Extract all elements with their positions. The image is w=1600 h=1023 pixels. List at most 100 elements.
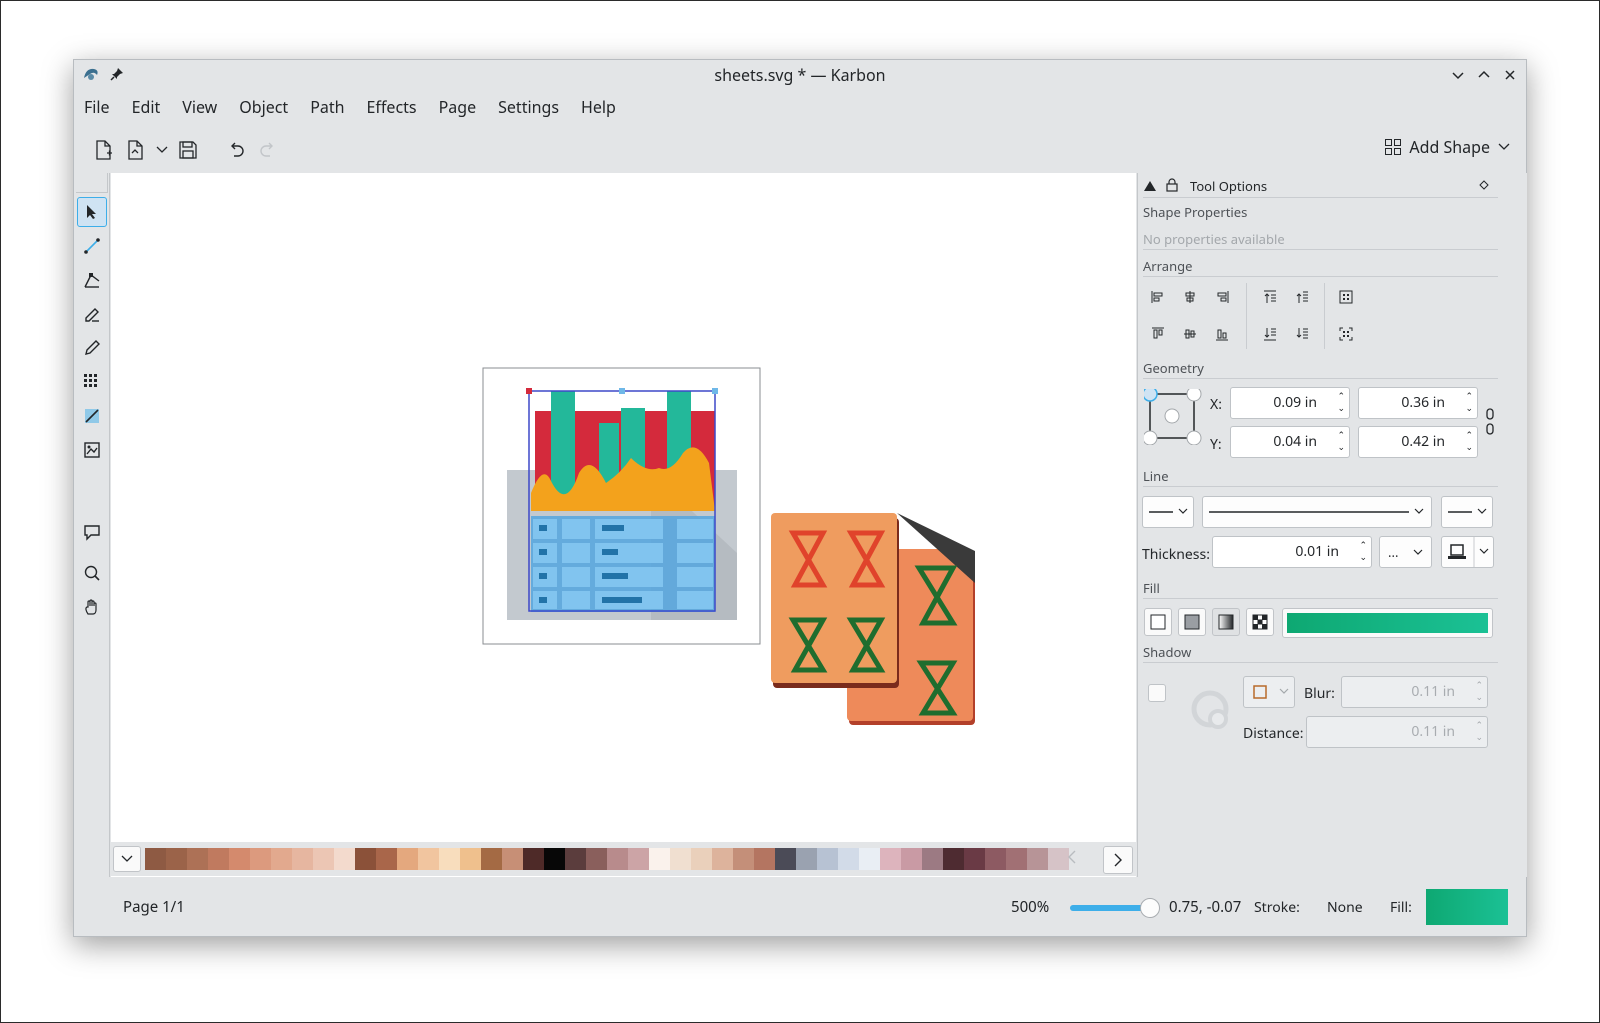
shadow-angle-dial[interactable]: [1190, 689, 1236, 735]
palette-swatch[interactable]: [565, 848, 586, 870]
palette-swatch[interactable]: [649, 848, 670, 870]
palette-swatch[interactable]: [859, 848, 880, 870]
close-icon[interactable]: [1500, 65, 1520, 85]
palette-swatch[interactable]: [208, 848, 229, 870]
align-left-icon[interactable]: [1146, 285, 1170, 309]
fill-solid-button[interactable]: [1178, 608, 1206, 636]
menu-edit[interactable]: Edit: [132, 96, 161, 118]
send-to-back-icon[interactable]: [1290, 322, 1314, 346]
spin-arrows-icon[interactable]: ⌃ ⌄: [1475, 679, 1483, 703]
align-middle-icon[interactable]: [1178, 322, 1202, 346]
palette-swatch[interactable]: [502, 848, 523, 870]
palette-swatch[interactable]: [712, 848, 733, 870]
palette-swatch[interactable]: [292, 848, 313, 870]
line-start-marker-select[interactable]: [1142, 496, 1194, 528]
shadow-color-button[interactable]: [1243, 676, 1295, 708]
shadow-enable-checkbox[interactable]: [1148, 684, 1166, 702]
palette-swatch[interactable]: [397, 848, 418, 870]
palette-swatch[interactable]: [607, 848, 628, 870]
blur-input[interactable]: 0.11 in ⌃ ⌄: [1341, 676, 1488, 708]
lower-icon[interactable]: [1258, 322, 1282, 346]
aspect-lock-chain-icon[interactable]: [1485, 407, 1495, 437]
zoom-level[interactable]: 500%: [1011, 897, 1049, 917]
palette-swatch[interactable]: [880, 848, 901, 870]
anchor-point-selector[interactable]: [1144, 389, 1202, 445]
zoom-slider-handle[interactable]: [1140, 898, 1160, 918]
gradient-mesh-tool-icon[interactable]: [77, 367, 107, 397]
palette-swatch[interactable]: [1027, 848, 1048, 870]
line-style-select[interactable]: [1202, 496, 1432, 528]
menu-settings[interactable]: Settings: [498, 96, 559, 118]
distance-input[interactable]: 0.11 in ⌃ ⌄: [1306, 716, 1488, 748]
pencil-tool-icon[interactable]: [77, 333, 107, 363]
palette-swatch[interactable]: [691, 848, 712, 870]
palette-swatch[interactable]: [922, 848, 943, 870]
menu-object[interactable]: Object: [239, 96, 288, 118]
pattern-tool-icon[interactable]: [77, 435, 107, 465]
palette-swatch[interactable]: [355, 848, 376, 870]
spin-arrows-icon[interactable]: ⌃ ⌄: [1465, 429, 1473, 453]
palette-swatch[interactable]: [187, 848, 208, 870]
palette-swatch[interactable]: [964, 848, 985, 870]
collapse-triangle-icon[interactable]: [1143, 180, 1157, 192]
fill-gradient-button[interactable]: [1212, 608, 1240, 636]
ungroup-icon[interactable]: [1334, 322, 1358, 346]
spin-arrows-icon[interactable]: ⌃ ⌄: [1337, 390, 1345, 414]
drawing-canvas[interactable]: [111, 173, 1136, 877]
line-end-marker-select[interactable]: [1441, 496, 1493, 528]
fill-none-button[interactable]: [1144, 608, 1172, 636]
new-document-icon[interactable]: [88, 134, 120, 166]
palette-swatch[interactable]: [754, 848, 775, 870]
thickness-input[interactable]: 0.01 in ⌃ ⌄: [1212, 536, 1372, 568]
menu-effects[interactable]: Effects: [367, 96, 417, 118]
y-position-input[interactable]: 0.04 in ⌃ ⌄: [1230, 426, 1350, 458]
gradient-tool-icon[interactable]: [77, 401, 107, 431]
palette-swatch[interactable]: [544, 848, 565, 870]
palette-scroll-right-icon[interactable]: [1103, 846, 1133, 874]
menu-page[interactable]: Page: [439, 96, 477, 118]
path-tool-icon[interactable]: [77, 265, 107, 295]
palette-swatch[interactable]: [733, 848, 754, 870]
raise-icon[interactable]: [1290, 285, 1314, 309]
fill-color-indicator[interactable]: [1426, 889, 1508, 925]
palette-swatches[interactable]: [145, 848, 1069, 870]
menu-path[interactable]: Path: [310, 96, 344, 118]
menu-file[interactable]: File: [84, 96, 110, 118]
palette-swatch[interactable]: [901, 848, 922, 870]
palette-swatch[interactable]: [775, 848, 796, 870]
undo-icon[interactable]: [220, 134, 252, 166]
palette-swatch[interactable]: [145, 848, 166, 870]
save-icon[interactable]: [172, 134, 204, 166]
palette-swatch[interactable]: [418, 848, 439, 870]
align-center-icon[interactable]: [1178, 285, 1202, 309]
float-dock-icon[interactable]: [1479, 180, 1489, 190]
palette-swatch[interactable]: [670, 848, 691, 870]
annotation-tool-icon[interactable]: [77, 517, 107, 547]
palette-swatch[interactable]: [838, 848, 859, 870]
align-right-icon[interactable]: [1210, 285, 1234, 309]
palette-swatch[interactable]: [376, 848, 397, 870]
menu-help[interactable]: Help: [581, 96, 616, 118]
group-icon[interactable]: [1334, 285, 1358, 309]
width-input[interactable]: 0.36 in ⌃ ⌄: [1358, 387, 1478, 419]
stroke-color-button[interactable]: [1441, 536, 1494, 568]
palette-swatch[interactable]: [313, 848, 334, 870]
pan-tool-icon[interactable]: [77, 592, 107, 622]
align-top-icon[interactable]: [1146, 322, 1170, 346]
palette-swatch[interactable]: [1006, 848, 1027, 870]
x-position-input[interactable]: 0.09 in ⌃ ⌄: [1230, 387, 1350, 419]
maximize-icon[interactable]: [1474, 65, 1494, 85]
spin-arrows-icon[interactable]: ⌃ ⌄: [1475, 719, 1483, 743]
palette-swatch[interactable]: [985, 848, 1006, 870]
spin-arrows-icon[interactable]: ⌃ ⌄: [1337, 429, 1345, 453]
join-style-select[interactable]: ...: [1379, 536, 1432, 568]
bring-to-front-icon[interactable]: [1258, 285, 1282, 309]
palette-swatch[interactable]: [796, 848, 817, 870]
zoom-slider[interactable]: [1070, 898, 1160, 918]
palette-swatch[interactable]: [817, 848, 838, 870]
palette-swatch[interactable]: [166, 848, 187, 870]
zoom-tool-icon[interactable]: [77, 558, 107, 588]
palette-swatch[interactable]: [250, 848, 271, 870]
redo-icon[interactable]: [252, 134, 284, 166]
open-recent-chevron-icon[interactable]: [152, 134, 172, 166]
